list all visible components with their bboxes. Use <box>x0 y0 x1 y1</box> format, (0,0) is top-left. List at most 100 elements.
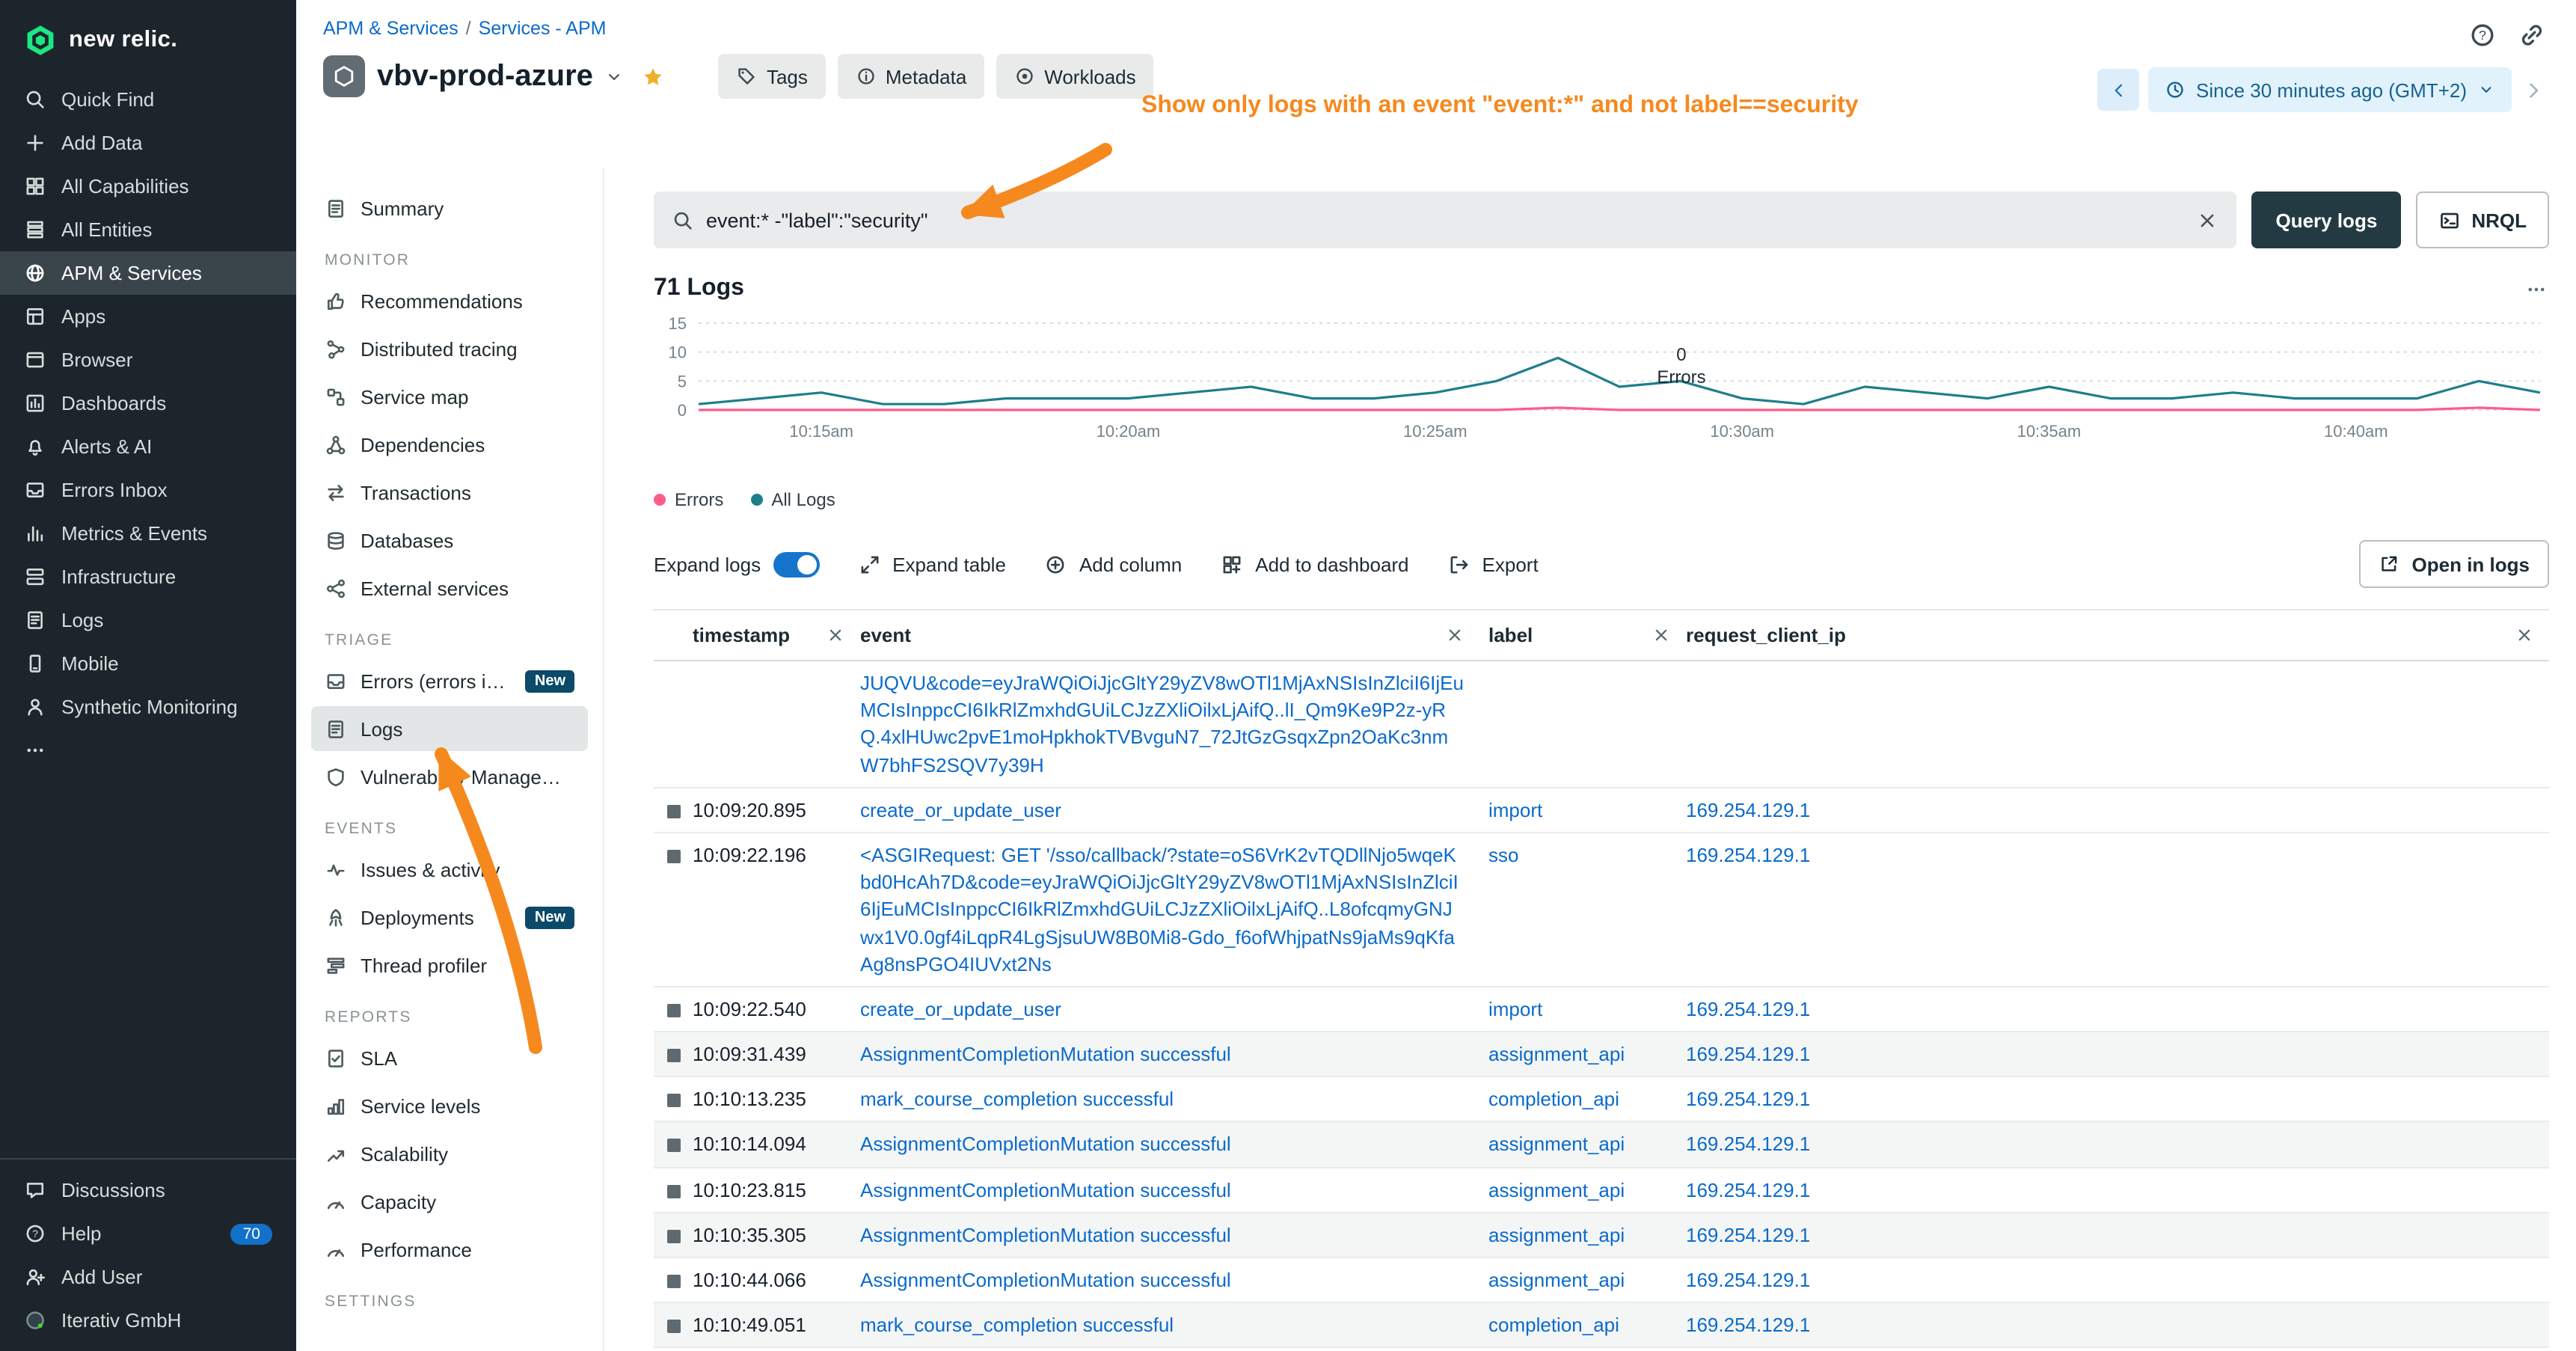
subnav-item-dependencies[interactable]: Dependencies <box>311 422 588 467</box>
log-row[interactable]: 10:09:31.439AssignmentCompletionMutation… <box>654 1032 2549 1077</box>
log-event-link[interactable]: AssignmentCompletionMutation successful <box>860 1041 1231 1068</box>
subnav-item-logs[interactable]: Logs <box>311 706 588 751</box>
add-to-dashboard-button[interactable]: Add to dashboard <box>1221 553 1408 575</box>
log-label-link[interactable]: sso <box>1488 842 1518 869</box>
log-event-link[interactable]: JUQVU&code=eyJraWQiOiJjcGltY29yZV8wOTl1M… <box>860 670 1465 779</box>
log-event-link[interactable]: AssignmentCompletionMutation successful <box>860 1132 1231 1159</box>
log-event-link[interactable]: create_or_update_user <box>860 797 1061 824</box>
log-event-link[interactable]: mark_course_completion successful <box>860 1312 1174 1339</box>
log-ip-link[interactable]: 169.254.129.1 <box>1686 1312 1810 1339</box>
sidebar-item-apps[interactable]: Apps <box>0 295 296 338</box>
expand-table-button[interactable]: Expand table <box>858 553 1006 575</box>
subnav-item-issues-activity[interactable]: Issues & activity <box>311 847 588 892</box>
column-header-label[interactable]: label <box>1488 624 1686 646</box>
column-header-request-client-ip[interactable]: request_client_ip <box>1686 624 2549 646</box>
log-row[interactable]: 10:10:23.815AssignmentCompletionMutation… <box>654 1168 2549 1213</box>
log-row[interactable]: 10:10:14.094AssignmentCompletionMutation… <box>654 1123 2549 1168</box>
log-label-link[interactable]: assignment_api <box>1488 1267 1625 1294</box>
remove-timestamp-column-icon[interactable] <box>826 625 845 645</box>
subnav-item-external-services[interactable]: External services <box>311 566 588 610</box>
log-label-link[interactable]: assignment_api <box>1488 1132 1625 1159</box>
log-row[interactable]: 10:09:20.895create_or_update_userimport1… <box>654 788 2549 833</box>
sidebar-item-item[interactable] <box>0 729 296 772</box>
export-button[interactable]: Export <box>1448 553 1539 575</box>
column-header-event[interactable]: event <box>860 624 1488 646</box>
tags-button[interactable]: Tags <box>719 54 826 99</box>
sidebar-item-logs[interactable]: Logs <box>0 598 296 642</box>
subnav-item-databases[interactable]: Databases <box>311 518 588 563</box>
sidebar-item-add-data[interactable]: Add Data <box>0 121 296 165</box>
sidebar-item-errors-inbox[interactable]: Errors Inbox <box>0 468 296 512</box>
toggle-on-icon[interactable] <box>773 551 819 577</box>
subnav-item-vulnerability-management[interactable]: Vulnerability Management <box>311 754 588 799</box>
log-label-link[interactable]: assignment_api <box>1488 1222 1625 1249</box>
query-logs-button[interactable]: Query logs <box>2251 192 2401 248</box>
breadcrumb-apm-services[interactable]: APM & Services <box>323 18 459 39</box>
view-log-icon[interactable] <box>666 1184 680 1198</box>
view-log-icon[interactable] <box>666 1275 680 1288</box>
log-event-link[interactable]: AssignmentCompletionMutation successful <box>860 1222 1231 1249</box>
subnav-item-distributed-tracing[interactable]: Distributed tracing <box>311 326 588 371</box>
permalink-icon[interactable] <box>2518 21 2546 49</box>
log-ip-link[interactable]: 169.254.129.1 <box>1686 1222 1810 1249</box>
sidebar-item-browser[interactable]: Browser <box>0 338 296 382</box>
view-log-icon[interactable] <box>666 1094 680 1108</box>
log-row[interactable]: 10:09:22.540create_or_update_userimport1… <box>654 987 2549 1032</box>
subnav-item-service-map[interactable]: Service map <box>311 374 588 419</box>
view-log-icon[interactable] <box>666 1049 680 1062</box>
subnav-item-performance[interactable]: Performance <box>311 1227 588 1272</box>
legend-all-logs[interactable]: All Logs <box>750 489 835 510</box>
log-row[interactable]: 10:10:35.305AssignmentCompletionMutation… <box>654 1213 2549 1258</box>
sidebar-item-mobile[interactable]: Mobile <box>0 642 296 685</box>
entity-switcher-chevron-icon[interactable] <box>605 67 625 86</box>
time-back-button[interactable] <box>2097 69 2139 111</box>
expand-logs-toggle[interactable]: Expand logs <box>654 551 819 577</box>
log-label-link[interactable]: import <box>1488 797 1542 824</box>
metadata-button[interactable]: Metadata <box>838 54 984 99</box>
sidebar-item-synthetic-monitoring[interactable]: Synthetic Monitoring <box>0 685 296 729</box>
subnav-item-transactions[interactable]: Transactions <box>311 470 588 515</box>
subnav-item-scalability[interactable]: Scalability <box>311 1131 588 1176</box>
add-column-button[interactable]: Add column <box>1045 553 1182 575</box>
log-label-link[interactable]: completion_api <box>1488 1312 1619 1339</box>
log-ip-link[interactable]: 169.254.129.1 <box>1686 1087 1810 1114</box>
sidebar-item-metrics-events[interactable]: Metrics & Events <box>0 512 296 555</box>
help-circle-icon[interactable]: ? <box>2468 21 2497 49</box>
view-log-icon[interactable] <box>666 850 680 863</box>
sidebar-item-discussions[interactable]: Discussions <box>0 1168 296 1212</box>
subnav-item-service-levels[interactable]: Service levels <box>311 1083 588 1128</box>
time-range-button[interactable]: Since 30 minutes ago (GMT+2) <box>2148 67 2512 112</box>
sidebar-item-dashboards[interactable]: Dashboards <box>0 382 296 425</box>
view-log-icon[interactable] <box>666 1320 680 1333</box>
subnav-item-errors-errors-inb[interactable]: Errors (errors inb...New <box>311 658 588 703</box>
log-ip-link[interactable]: 169.254.129.1 <box>1686 842 1810 869</box>
sidebar-item-infrastructure[interactable]: Infrastructure <box>0 555 296 598</box>
legend-errors[interactable]: Errors <box>654 489 723 510</box>
log-row[interactable]: 10:10:44.066AssignmentCompletionMutation… <box>654 1258 2549 1303</box>
log-ip-link[interactable]: 169.254.129.1 <box>1686 1132 1810 1159</box>
log-row[interactable]: 10:10:13.235mark_course_completion succe… <box>654 1078 2549 1123</box>
log-row[interactable]: JUQVU&code=eyJraWQiOiJjcGltY29yZV8wOTl1M… <box>654 661 2549 788</box>
sidebar-item-all-entities[interactable]: All Entities <box>0 208 296 251</box>
subnav-item-summary[interactable]: Summary <box>311 186 588 230</box>
subnav-item-recommendations[interactable]: Recommendations <box>311 278 588 323</box>
log-ip-link[interactable]: 169.254.129.1 <box>1686 1177 1810 1204</box>
view-log-icon[interactable] <box>666 805 680 818</box>
nrql-button[interactable]: NRQL <box>2416 192 2549 248</box>
sidebar-item-alerts-ai[interactable]: Alerts & AI <box>0 425 296 468</box>
chart-options-icon[interactable] <box>2522 275 2549 302</box>
sidebar-item-all-capabilities[interactable]: All Capabilities <box>0 165 296 208</box>
log-event-link[interactable]: <ASGIRequest: GET '/sso/callback/?state=… <box>860 842 1465 978</box>
log-label-link[interactable]: import <box>1488 996 1542 1023</box>
log-ip-link[interactable]: 169.254.129.1 <box>1686 1267 1810 1294</box>
log-label-link[interactable]: assignment_api <box>1488 1177 1625 1204</box>
favorite-star-icon[interactable] <box>640 62 668 91</box>
remove-label-column-icon[interactable] <box>1652 625 1671 645</box>
sidebar-item-apm-services[interactable]: APM & Services <box>0 251 296 295</box>
time-forward-button[interactable] <box>2521 77 2546 102</box>
remove-event-column-icon[interactable] <box>1445 625 1465 645</box>
subnav-item-sla[interactable]: SLA <box>311 1035 588 1080</box>
sidebar-item-help[interactable]: ?Help70 <box>0 1212 296 1255</box>
log-row[interactable]: 10:09:22.196<ASGIRequest: GET '/sso/call… <box>654 833 2549 987</box>
subnav-item-thread-profiler[interactable]: Thread profiler <box>311 943 588 987</box>
